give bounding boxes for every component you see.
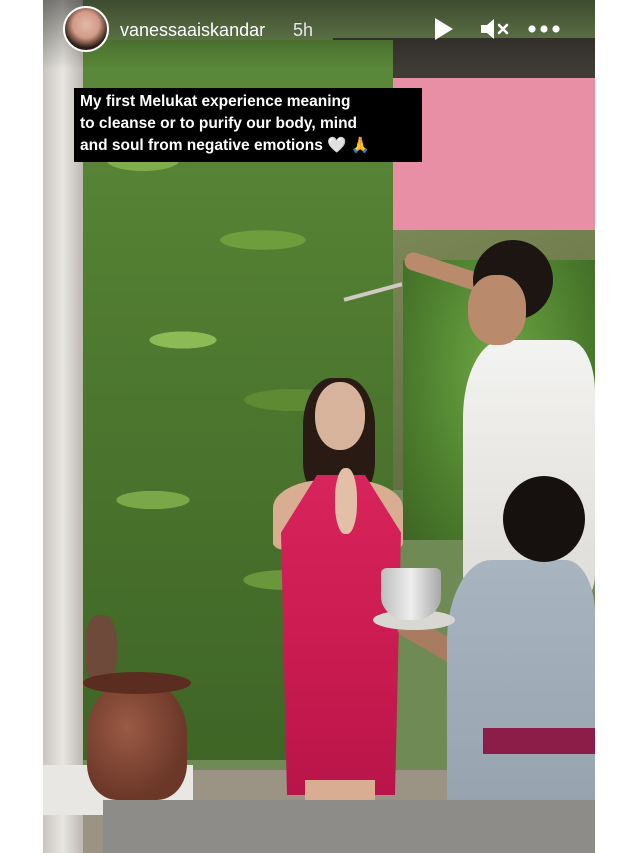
woman-red-face xyxy=(315,382,365,450)
profile-avatar[interactable] xyxy=(63,6,109,52)
mute-icon[interactable] xyxy=(479,17,511,41)
play-icon[interactable] xyxy=(435,18,453,40)
story-caption: My first Melukat experience meaning to c… xyxy=(74,88,422,162)
story-timestamp: 5h xyxy=(293,20,314,40)
story-username[interactable]: vanessaaiskandar xyxy=(120,20,265,41)
kneeling-woman-hair xyxy=(503,476,585,562)
silver-bowl xyxy=(381,568,441,620)
woman-white-face xyxy=(468,275,526,345)
kneeling-woman xyxy=(447,560,595,830)
caption-line-3: and soul from negative emotions 🤍 🙏 xyxy=(80,137,371,154)
praying-hands xyxy=(335,468,357,534)
bench xyxy=(103,800,595,853)
clay-pot-rim xyxy=(83,672,191,694)
story-viewer[interactable]: vanessaaiskandar 5h My first Melukat exp… xyxy=(43,0,595,853)
more-icon[interactable] xyxy=(526,17,562,41)
caption-line-2: to cleanse or to purify our body, mind xyxy=(80,115,358,132)
clay-pot xyxy=(87,680,187,800)
caption-line-1: My first Melukat experience meaning xyxy=(80,93,351,110)
purple-sash xyxy=(483,728,595,754)
